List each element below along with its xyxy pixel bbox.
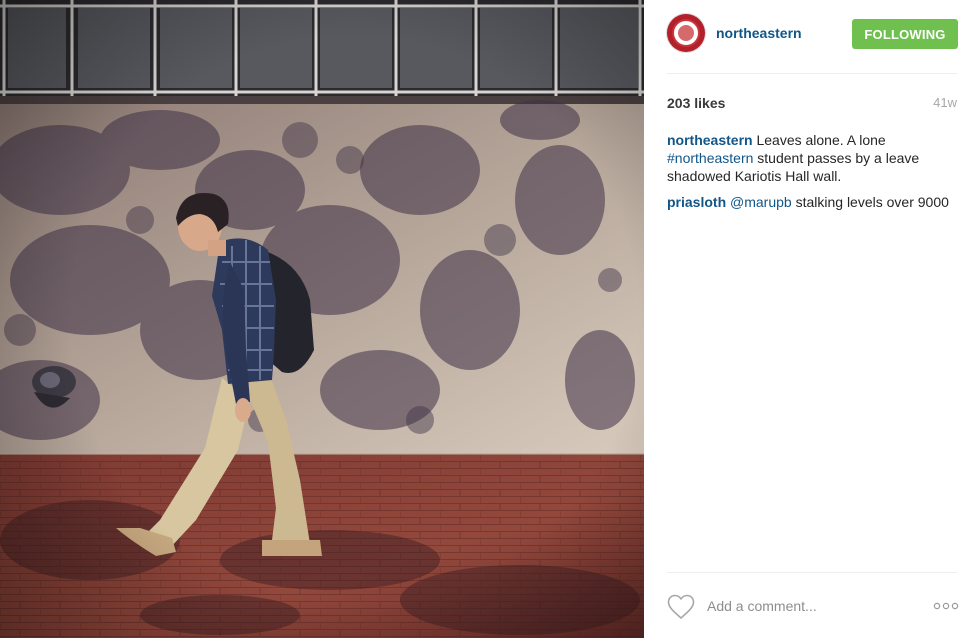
author-avatar[interactable] [667, 14, 705, 52]
post-details-panel: northeastern FOLLOWING 203 likes 41w nor… [644, 0, 980, 638]
following-button[interactable]: FOLLOWING [852, 19, 958, 49]
header-divider [667, 73, 957, 74]
likes-count[interactable]: 203 likes [667, 95, 725, 111]
post-header: northeastern FOLLOWING [667, 14, 959, 54]
post-age[interactable]: 41w [933, 95, 957, 110]
comment-item: priasloth @marupb stalking levels over 9… [667, 193, 959, 211]
instagram-post: northeastern FOLLOWING 203 likes 41w nor… [0, 0, 980, 638]
heart-outline-icon[interactable] [667, 594, 695, 620]
comment-author-link[interactable]: priasloth [667, 194, 726, 210]
add-comment-input[interactable] [707, 596, 907, 616]
author-username-link[interactable]: northeastern [716, 25, 802, 41]
mention-link[interactable]: @marupb [730, 194, 792, 210]
more-options-icon[interactable] [933, 602, 959, 610]
footer-divider [667, 572, 957, 573]
hashtag-link[interactable]: #northeastern [667, 150, 753, 166]
seal-center [678, 25, 694, 41]
comments-list: northeastern Leaves alone. A lone #north… [667, 131, 959, 219]
comment-text: stalking levels over 9000 [791, 194, 949, 210]
caption-author-link[interactable]: northeastern [667, 132, 753, 148]
photo-illustration [0, 0, 644, 638]
post-actions [667, 590, 959, 622]
caption-text: Leaves alone. A lone [752, 132, 886, 148]
caption: northeastern Leaves alone. A lone #north… [667, 131, 959, 185]
post-photo[interactable] [0, 0, 644, 638]
